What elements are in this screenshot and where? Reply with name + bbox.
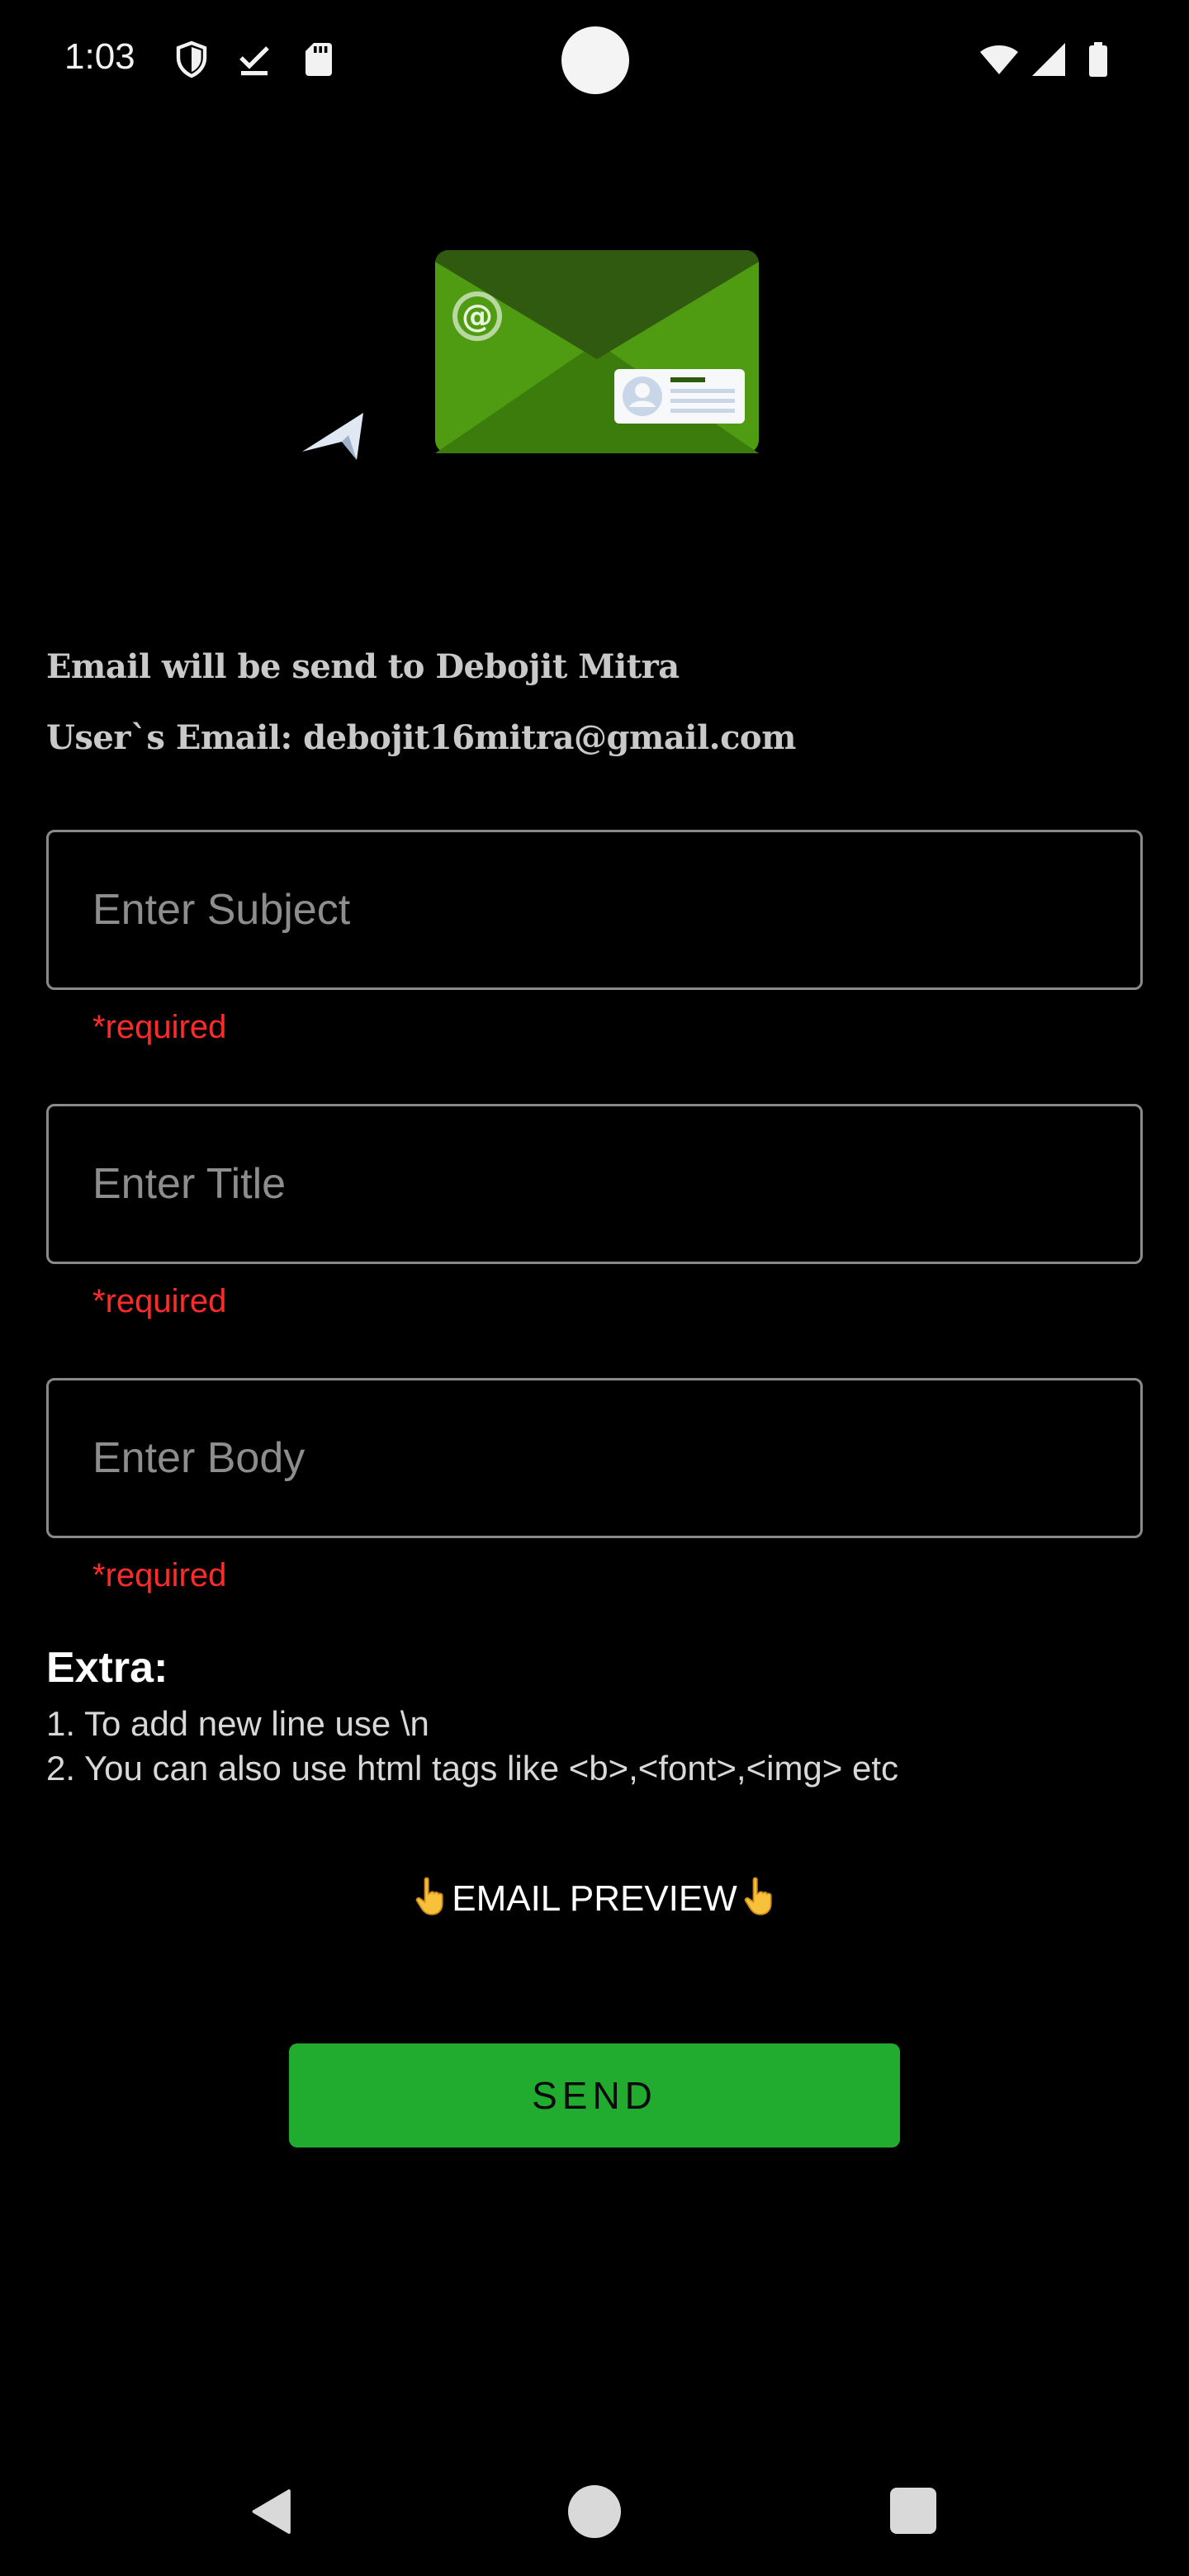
camera-cutout [561,26,629,94]
shield-icon [176,40,207,78]
email-preview-link[interactable]: EMAIL PREVIEW [0,1874,1189,1920]
title-input[interactable] [49,1106,1140,1262]
recents-icon[interactable] [890,2488,936,2534]
email-illustration: @ [302,249,759,460]
envelope-icon: @ [435,249,759,453]
wifi-icon [980,45,1018,74]
signal-icon [1032,43,1065,76]
app-screen: 1:03 @ Email will be send to Debojit Mit… [0,0,1189,2576]
back-icon[interactable] [248,2485,297,2538]
title-required-error: *required [92,1283,227,1319]
send-button[interactable]: SEND [289,2043,900,2147]
home-icon[interactable] [568,2485,621,2538]
pointing-hand-icon [744,1877,772,1915]
paper-plane-icon [302,413,363,460]
email-preview-label: EMAIL PREVIEW [452,1878,737,1919]
user-email-text: User`s Email: debojit16mitra@gmail.com [46,718,796,757]
navigation-bar [0,2460,1189,2576]
extra-heading: Extra: [46,1644,168,1692]
extra-tip-newline: 1. To add new line use \n [46,1704,429,1743]
body-field[interactable] [46,1378,1143,1538]
battery-icon [1089,42,1107,77]
download-done-icon [239,46,269,76]
recipient-text: Email will be send to Debojit Mitra [46,647,680,686]
status-time: 1:03 [64,36,135,77]
subject-field[interactable] [46,830,1143,990]
extra-tip-html: 2. You can also use html tags like <b>,<… [46,1749,899,1788]
title-field[interactable] [46,1104,1143,1264]
body-input[interactable] [49,1380,1140,1536]
subject-input[interactable] [49,832,1140,987]
body-required-error: *required [92,1557,227,1593]
pointing-hand-icon [416,1877,443,1915]
sd-card-icon [306,43,332,76]
status-bar: 1:03 [0,0,1189,124]
svg-text:@: @ [462,298,493,334]
subject-required-error: *required [92,1009,227,1045]
